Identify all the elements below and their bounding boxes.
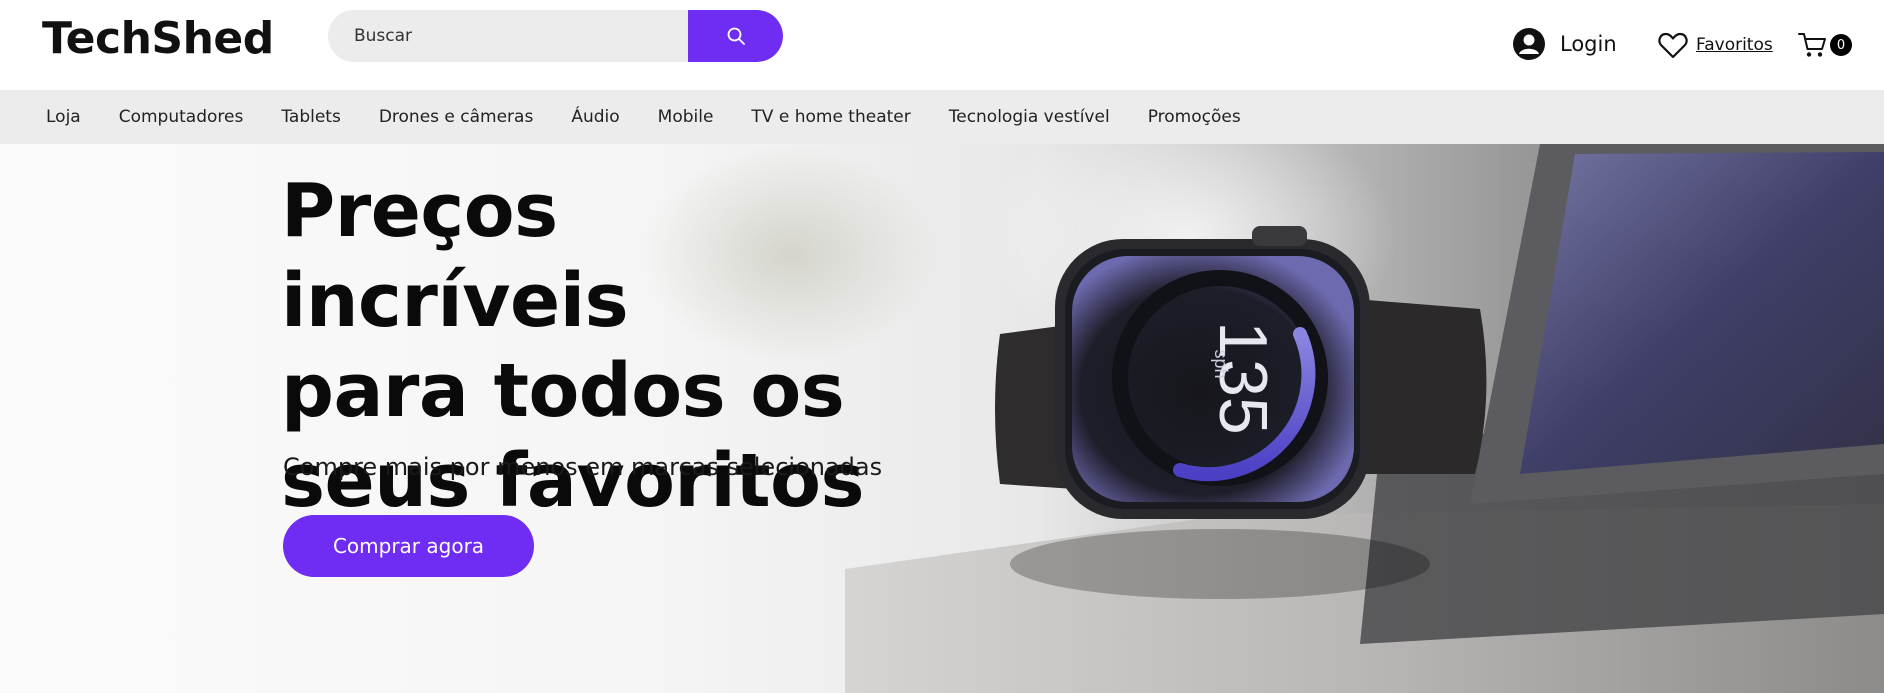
user-avatar-icon: [1513, 28, 1545, 60]
nav-item-tv-home-theater[interactable]: TV e home theater: [751, 107, 910, 127]
nav-item-wearables[interactable]: Tecnologia vestível: [949, 107, 1110, 127]
hero-subtitle: Compre mais por menos em marcas selecion…: [283, 453, 883, 481]
category-nav: Loja Computadores Tablets Drones e câmer…: [0, 90, 1884, 144]
nav-item-drones-cameras[interactable]: Drones e câmeras: [379, 107, 534, 127]
heart-icon: [1658, 32, 1688, 59]
search-icon: [727, 27, 745, 45]
cart-count-badge: 0: [1830, 34, 1852, 56]
watch-speed-unit: sph: [1211, 349, 1231, 378]
nav-item-computadores[interactable]: Computadores: [119, 107, 244, 127]
favorites-link[interactable]: Favoritos: [1658, 28, 1773, 62]
login-link[interactable]: Login: [1512, 24, 1617, 64]
cart-button[interactable]: 0: [1798, 28, 1852, 62]
login-label: Login: [1560, 32, 1617, 56]
cart-icon: [1798, 33, 1826, 57]
site-logo[interactable]: TechShed: [42, 12, 274, 66]
favorites-label: Favoritos: [1696, 35, 1773, 55]
search-button[interactable]: [688, 10, 783, 62]
search-input[interactable]: [328, 10, 688, 62]
nav-item-mobile[interactable]: Mobile: [658, 107, 714, 127]
shop-now-button[interactable]: Comprar agora: [283, 515, 534, 577]
nav-item-loja[interactable]: Loja: [46, 107, 81, 127]
hero-title-line: Preços incríveis: [281, 168, 629, 344]
search-bar: [328, 10, 783, 62]
nav-item-promocoes[interactable]: Promoções: [1148, 107, 1241, 127]
site-header: TechShed Login Favoritos 0: [0, 0, 1884, 90]
hero-title-line: seus favoritos: [281, 438, 865, 524]
hero-title-line: para todos os: [281, 348, 845, 434]
nav-item-audio[interactable]: Áudio: [571, 107, 619, 127]
hero-banner: 135 sph Preços incríveis para todos os s…: [0, 144, 1884, 693]
nav-item-tablets[interactable]: Tablets: [281, 107, 340, 127]
